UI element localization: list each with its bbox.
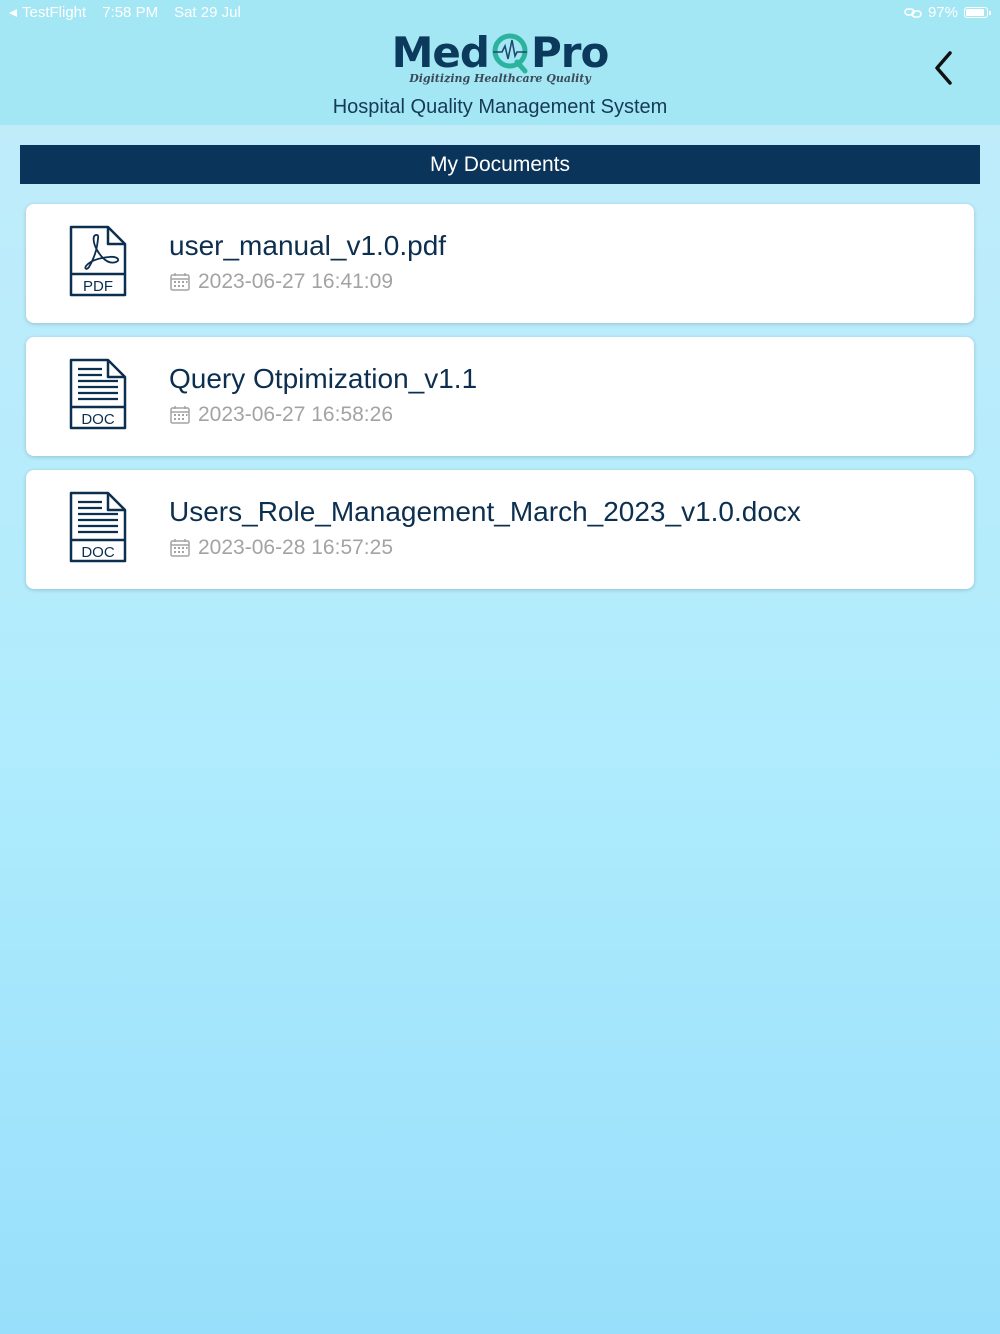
section-title-bar: My Documents: [20, 145, 980, 184]
status-right: 97%: [904, 4, 991, 21]
document-name: Users_Role_Management_March_2023_v1.0.do…: [169, 496, 801, 527]
calendar-icon: [170, 273, 190, 291]
document-card[interactable]: DOC Query Otpimization_v1.1 2023-06-27 1…: [26, 337, 974, 456]
battery-fill: [966, 9, 985, 16]
status-date: Sat 29 Jul: [174, 4, 241, 21]
file-type-label: DOC: [81, 411, 115, 428]
document-card[interactable]: DOC Users_Role_Management_March_2023_v1.…: [26, 470, 974, 589]
document-name: Query Otpimization_v1.1: [169, 363, 478, 394]
document-date-row: 2023-06-28 16:57:25: [170, 536, 393, 560]
calendar-icon: [170, 406, 190, 424]
status-bar: TestFlight 7:58 PM Sat 29 Jul 97%: [0, 0, 1000, 26]
document-date-row: 2023-06-27 16:58:26: [170, 403, 393, 427]
doc-file-icon: DOC: [68, 490, 128, 564]
link-icon: [904, 7, 922, 18]
back-to-app-icon[interactable]: [8, 8, 18, 18]
chevron-left-icon: [935, 51, 952, 85]
document-name: user_manual_v1.0.pdf: [169, 230, 447, 261]
status-app-name[interactable]: TestFlight: [22, 4, 86, 21]
document-card[interactable]: PDF user_manual_v1.0.pdf 2023-06-27 16:4…: [26, 204, 974, 323]
document-date: 2023-06-27 16:41:09: [198, 270, 393, 293]
back-button[interactable]: [930, 48, 960, 88]
logo-text-pro: Pro: [531, 28, 609, 77]
logo-heartbeat-icon: [492, 33, 528, 74]
status-left: TestFlight 7:58 PM Sat 29 Jul: [8, 4, 241, 21]
logo-wordmark: Med Pro: [391, 28, 610, 77]
doc-file-icon: DOC: [68, 357, 128, 431]
logo-tagline: Digitizing Healthcare Quality: [409, 72, 591, 85]
file-type-label: DOC: [81, 544, 115, 561]
logo-text-med: Med: [391, 28, 490, 77]
battery-icon: [964, 7, 991, 18]
document-date-row: 2023-06-27 16:41:09: [170, 270, 393, 294]
pdf-file-icon: PDF: [68, 224, 128, 298]
app-subtitle: Hospital Quality Management System: [332, 96, 668, 118]
document-date: 2023-06-27 16:58:26: [198, 403, 393, 426]
document-list: PDF user_manual_v1.0.pdf 2023-06-27 16:4…: [26, 204, 974, 603]
file-type-label: PDF: [83, 278, 113, 295]
status-time: 7:58 PM: [102, 4, 159, 21]
battery-percent: 97%: [927, 4, 958, 21]
document-date: 2023-06-28 16:57:25: [198, 536, 393, 559]
calendar-icon: [170, 539, 190, 557]
medpro-logo: Med Pro Digitizing Healthcare Quality: [0, 28, 1000, 86]
